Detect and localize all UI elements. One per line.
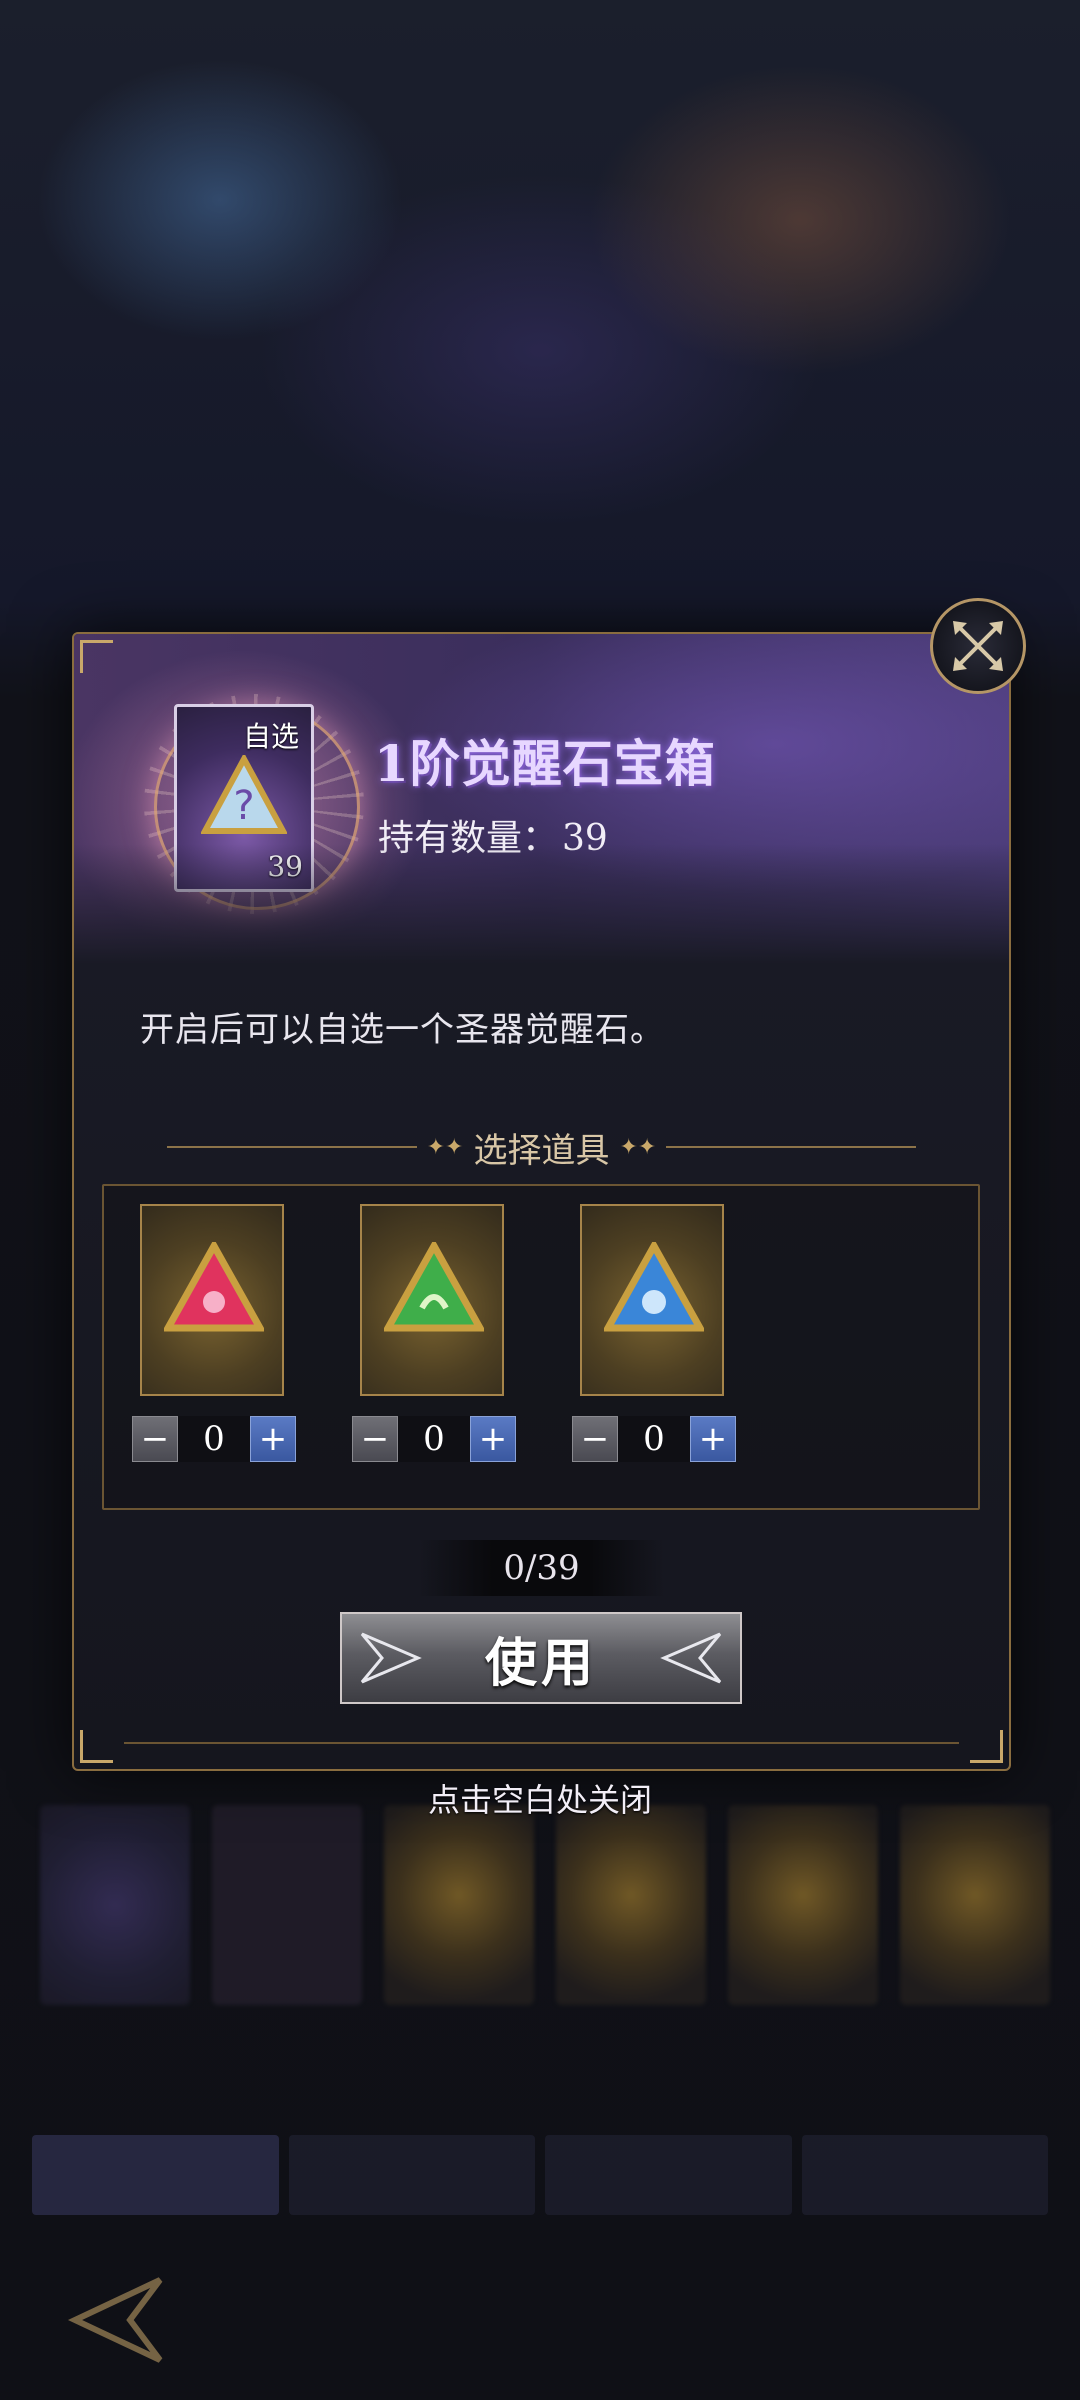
background-tab-bar — [32, 2135, 1048, 2215]
quantity-value: 0 — [178, 1416, 250, 1462]
option-slot-red: − 0 + — [132, 1204, 296, 1462]
section-header: ✦✦ 选择道具 ✦✦ — [74, 1122, 1009, 1172]
divider — [166, 1146, 417, 1148]
background-item — [40, 1805, 190, 2005]
svg-text:?: ? — [233, 783, 254, 829]
option-card[interactable] — [140, 1204, 284, 1396]
option-card[interactable] — [580, 1204, 724, 1396]
quantity-stepper: − 0 + — [352, 1416, 516, 1464]
close-button[interactable] — [930, 598, 1026, 694]
red-gem-icon — [164, 1242, 264, 1332]
increase-button[interactable]: + — [250, 1416, 296, 1462]
corner-ornament — [80, 640, 113, 673]
owned-quantity: 持有数量： 39 — [374, 809, 608, 861]
sparkle-icon: ✦✦ — [426, 1134, 464, 1160]
section-title: 选择道具 — [473, 1130, 610, 1171]
owned-label: 持有数量： — [378, 818, 559, 859]
background-tab — [545, 2135, 792, 2215]
increase-button[interactable]: + — [690, 1416, 736, 1462]
green-gem-icon — [384, 1242, 484, 1332]
wing-ornament-icon — [360, 1632, 422, 1684]
background-item-row — [40, 1805, 1050, 2005]
selection-counter: 0/39 — [419, 1540, 664, 1596]
background-item — [900, 1805, 1050, 2005]
dialog-header: 自选 ? 39 1阶觉醒石宝箱 持有数量： 39 — [74, 634, 1009, 964]
background-item — [728, 1805, 878, 2005]
close-icon — [953, 621, 1003, 671]
item-description: 开启后可以自选一个圣器觉醒石。 — [140, 1010, 665, 1050]
back-arrow-icon — [67, 2277, 163, 2363]
option-slot-blue: − 0 + — [572, 1204, 736, 1462]
option-slot-green: − 0 + — [352, 1204, 516, 1462]
quantity-stepper: − 0 + — [132, 1416, 296, 1464]
item-card-tag: 自选 — [242, 720, 299, 753]
item-card: 自选 ? 39 — [174, 704, 314, 892]
use-button-label: 使用 — [484, 1632, 597, 1694]
decrease-button[interactable]: − — [132, 1416, 178, 1462]
background-tab — [801, 2135, 1048, 2215]
option-card[interactable] — [360, 1204, 504, 1396]
divider — [124, 1742, 959, 1744]
quantity-stepper: − 0 + — [572, 1416, 736, 1464]
background-tab — [32, 2135, 279, 2215]
corner-ornament — [970, 1730, 1003, 1763]
background-item — [556, 1805, 706, 2005]
background-item — [212, 1805, 362, 2005]
quantity-value: 0 — [618, 1416, 690, 1462]
background-tab — [288, 2135, 535, 2215]
item-dialog: 自选 ? 39 1阶觉醒石宝箱 持有数量： 39 开启后可以自选一个圣器觉醒石。 … — [72, 632, 1011, 1771]
corner-ornament — [80, 1730, 113, 1763]
wing-ornament-icon — [660, 1632, 722, 1684]
quantity-value: 0 — [398, 1416, 470, 1462]
mystery-stone-icon: ? — [201, 755, 287, 834]
item-title: 1阶觉醒石宝箱 — [374, 734, 716, 793]
background-item — [384, 1805, 534, 2005]
decrease-button[interactable]: − — [352, 1416, 398, 1462]
owned-count: 39 — [562, 818, 608, 859]
increase-button[interactable]: + — [470, 1416, 516, 1462]
item-card-quantity: 39 — [267, 850, 303, 883]
divider — [666, 1146, 917, 1148]
selection-panel: − 0 + − 0 + − 0 + — [102, 1184, 980, 1510]
decrease-button[interactable]: − — [572, 1416, 618, 1462]
sparkle-icon: ✦✦ — [619, 1134, 657, 1160]
blue-gem-icon — [604, 1242, 704, 1332]
close-hint[interactable]: 点击空白处关闭 — [0, 1775, 1080, 1821]
use-button[interactable]: 使用 — [340, 1612, 742, 1704]
